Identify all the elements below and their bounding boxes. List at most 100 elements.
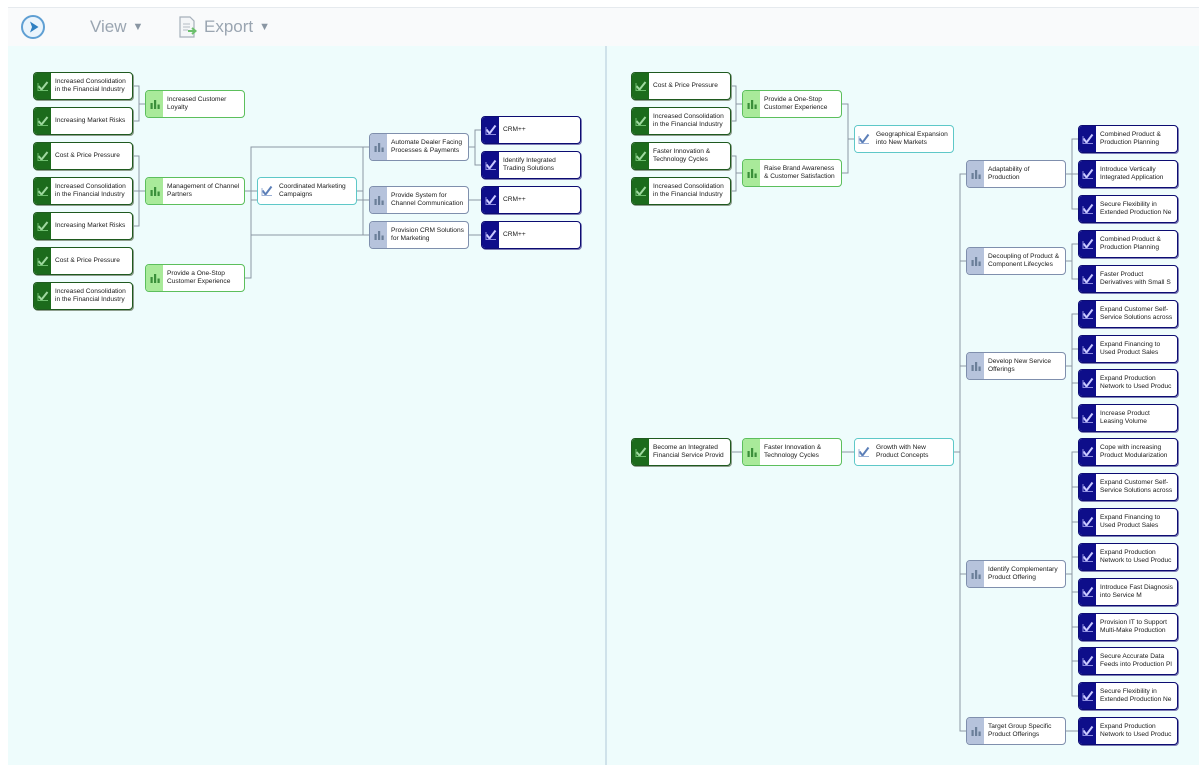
initiative-icon — [1079, 614, 1096, 640]
capability-node[interactable]: Decoupling of Product & Component Lifecy… — [966, 247, 1066, 275]
node-label: Become an Integrated Financial Service P… — [653, 444, 724, 459]
initiative-node[interactable]: Provision IT to Support Multi-Make Produ… — [1078, 613, 1178, 641]
capability-node[interactable]: Provision CRM Solutions for Marketing — [369, 221, 469, 249]
initiative-icon — [1079, 161, 1096, 187]
export-menu-button[interactable]: Export ▼ — [178, 16, 270, 38]
objective-icon — [743, 439, 760, 465]
strategy-node[interactable]: Growth with New Product Concepts — [854, 438, 954, 466]
initiative-icon — [1079, 126, 1096, 152]
initiative-node[interactable]: Increase Product Leasing Volume — [1078, 404, 1178, 432]
objective-node[interactable]: Provide a One-Stop Customer Experience — [145, 264, 245, 292]
node-label: Increased Consolidation in the Financial… — [653, 183, 724, 198]
driver-node[interactable]: Cost & Price Pressure — [631, 72, 731, 100]
driver-node[interactable]: Cost & Price Pressure — [33, 142, 133, 170]
initiative-node[interactable]: CRM++ — [481, 186, 581, 214]
initiative-icon — [1079, 370, 1096, 396]
node-label: Expand Financing to Used Product Sales — [1100, 341, 1161, 356]
node-label: Automate Dealer Facing Processes & Payme… — [391, 139, 463, 154]
driver-icon — [34, 143, 51, 169]
node-label: Geographical Expansion into New Markets — [876, 131, 948, 146]
initiative-icon — [1079, 405, 1096, 431]
initiative-icon — [1079, 648, 1096, 674]
initiative-node[interactable]: Introduce Fast Diagnosis into Service M — [1078, 578, 1178, 606]
initiative-node[interactable]: Expand Production Network to Used Produc — [1078, 543, 1178, 571]
initiative-node[interactable]: Expand Financing to Used Product Sales — [1078, 508, 1178, 536]
driver-node[interactable]: Increasing Market Risks — [33, 212, 133, 240]
initiative-node[interactable]: Combined Product & Production Planning — [1078, 230, 1178, 258]
initiative-node[interactable]: Cope with increasing Product Modularizat… — [1078, 438, 1178, 466]
initiative-node[interactable]: Expand Customer Self-Service Solutions a… — [1078, 473, 1178, 501]
node-label: Provide System for Channel Communication — [391, 192, 464, 207]
initiative-node[interactable]: Combined Product & Production Planning — [1078, 125, 1178, 153]
node-label: Expand Financing to Used Product Sales — [1100, 514, 1161, 529]
driver-icon — [34, 283, 51, 309]
objective-node[interactable]: Increased Customer Loyalty — [145, 90, 245, 118]
capability-node[interactable]: Provide System for Channel Communication — [369, 186, 469, 214]
objective-node[interactable]: Faster Innovation & Technology Cycles — [742, 438, 842, 466]
driver-node[interactable]: Become an Integrated Financial Service P… — [631, 438, 731, 466]
capability-node[interactable]: Adaptability of Production — [966, 160, 1066, 188]
initiative-icon — [1079, 683, 1096, 709]
strategy-node[interactable]: Coordinated Marketing Campaigns — [257, 177, 357, 205]
driver-icon — [632, 143, 649, 169]
objective-node[interactable]: Provide a One-Stop Customer Experience — [742, 90, 842, 118]
objective-node[interactable]: Raise Brand Awareness & Customer Satisfa… — [742, 159, 842, 187]
node-label: Raise Brand Awareness & Customer Satisfa… — [764, 165, 835, 180]
play-circle-icon[interactable] — [21, 15, 45, 39]
node-label: Expand Customer Self-Service Solutions a… — [1100, 306, 1173, 321]
initiative-node[interactable]: Expand Production Network to Used Produc — [1078, 369, 1178, 397]
node-label: Provide a One-Stop Customer Experience — [167, 270, 231, 285]
initiative-node[interactable]: CRM++ — [481, 116, 581, 144]
node-label: Management of Channel Partners — [167, 183, 240, 198]
node-label: Coordinated Marketing Campaigns — [279, 183, 346, 198]
driver-node[interactable]: Increased Consolidation in the Financial… — [33, 177, 133, 205]
initiative-node[interactable]: Expand Financing to Used Product Sales — [1078, 335, 1178, 363]
initiative-node[interactable]: Secure Accurate Data Feeds into Producti… — [1078, 647, 1178, 675]
initiative-node[interactable]: Secure Flexibility in Extended Productio… — [1078, 682, 1178, 710]
node-label: Provision IT to Support Multi-Make Produ… — [1100, 619, 1167, 634]
capability-node[interactable]: Identify Complementary Product Offering — [966, 560, 1066, 588]
initiative-node[interactable]: Expand Production Network to Used Produc — [1078, 717, 1178, 745]
objective-icon — [146, 91, 163, 117]
driver-node[interactable]: Increased Consolidation in the Financial… — [631, 177, 731, 205]
driver-icon — [34, 248, 51, 274]
chevron-down-icon: ▼ — [259, 21, 271, 33]
node-label: Increased Consolidation in the Financial… — [55, 78, 126, 93]
node-label: Growth with New Product Concepts — [876, 444, 929, 459]
initiative-node[interactable]: Secure Flexibility in Extended Productio… — [1078, 195, 1178, 223]
node-label: Increasing Market Risks — [55, 222, 126, 230]
node-label: Cope with increasing Product Modularizat… — [1100, 444, 1168, 459]
node-label: Provision CRM Solutions for Marketing — [391, 227, 464, 242]
initiative-icon — [1079, 544, 1096, 570]
initiative-node[interactable]: Introduce Vertically Integrated Applicat… — [1078, 160, 1178, 188]
initiative-icon — [482, 152, 499, 178]
capability-icon — [370, 134, 387, 160]
initiative-node[interactable]: Identify Integrated Trading Solutions — [481, 151, 581, 179]
driver-node[interactable]: Increased Consolidation in the Financial… — [33, 72, 133, 100]
capability-node[interactable]: Automate Dealer Facing Processes & Payme… — [369, 133, 469, 161]
driver-node[interactable]: Cost & Price Pressure — [33, 247, 133, 275]
driver-node[interactable]: Faster Innovation & Technology Cycles — [631, 142, 731, 170]
node-label: Cost & Price Pressure — [55, 152, 120, 160]
node-label: CRM++ — [503, 126, 526, 134]
initiative-node[interactable]: Faster Product Derivatives with Small S — [1078, 265, 1178, 293]
objective-icon — [743, 160, 760, 186]
capability-icon — [370, 222, 387, 248]
node-label: Combined Product & Production Planning — [1100, 236, 1161, 251]
capability-node[interactable]: Develop New Service Offerings — [966, 352, 1066, 380]
driver-node[interactable]: Increasing Market Risks — [33, 107, 133, 135]
initiative-icon — [482, 187, 499, 213]
objective-icon — [146, 265, 163, 291]
driver-node[interactable]: Increased Consolidation in the Financial… — [33, 282, 133, 310]
initiative-node[interactable]: CRM++ — [481, 221, 581, 249]
view-menu-button[interactable]: View ▼ — [90, 16, 143, 38]
initiative-icon — [1079, 439, 1096, 465]
strategy-icon — [855, 439, 872, 465]
objective-node[interactable]: Management of Channel Partners — [145, 177, 245, 205]
capability-node[interactable]: Target Group Specific Product Offerings — [966, 717, 1066, 745]
driver-node[interactable]: Increased Consolidation in the Financial… — [631, 107, 731, 135]
initiative-node[interactable]: Expand Customer Self-Service Solutions a… — [1078, 300, 1178, 328]
node-label: Increased Consolidation in the Financial… — [55, 183, 126, 198]
strategy-node[interactable]: Geographical Expansion into New Markets — [854, 125, 954, 153]
node-label: Combined Product & Production Planning — [1100, 131, 1161, 146]
